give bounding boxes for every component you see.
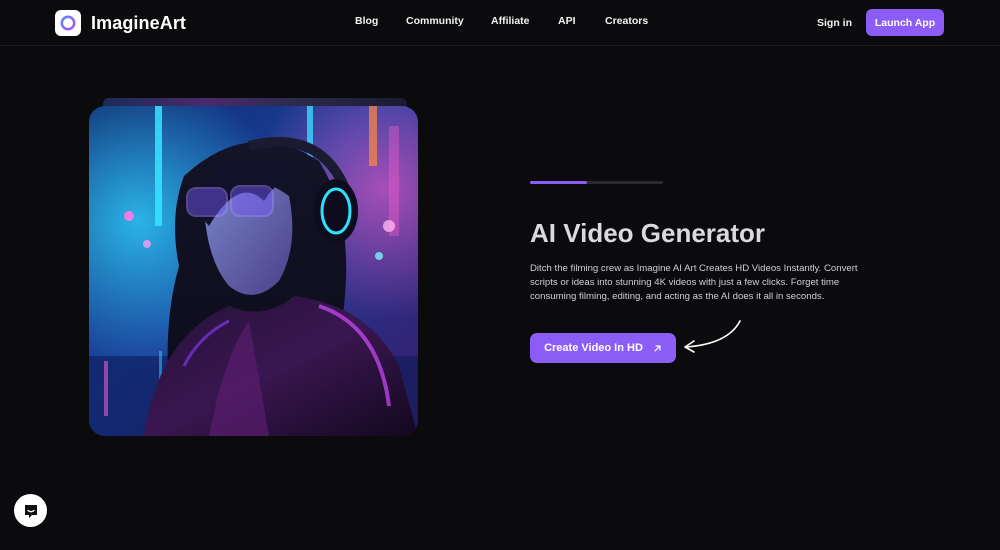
nav-link-community[interactable]: Community xyxy=(406,15,464,27)
slide-progress-bar xyxy=(530,181,663,184)
launch-app-button[interactable]: Launch App xyxy=(866,9,944,36)
nav-link-creators[interactable]: Creators xyxy=(605,15,648,27)
hero-title: AI Video Generator xyxy=(530,218,766,248)
hero-image xyxy=(89,106,418,436)
nav-link-affiliate[interactable]: Affiliate xyxy=(491,15,530,27)
nav-link-blog[interactable]: Blog xyxy=(355,15,378,27)
create-video-button[interactable]: Create Video In HD xyxy=(530,333,676,363)
curved-pointer-arrow-icon xyxy=(684,320,741,353)
slide-progress-fill xyxy=(530,181,588,184)
top-navigation: ImagineArt Blog Community Affiliate API … xyxy=(0,0,1000,46)
sign-in-link[interactable]: Sign in xyxy=(817,17,852,29)
neon-headphones-portrait-image xyxy=(89,106,418,436)
arrow-up-right-icon xyxy=(653,344,662,353)
create-video-button-label: Create Video In HD xyxy=(544,342,643,354)
chat-bubble-icon[interactable] xyxy=(14,494,47,527)
hero-description: Ditch the filming crew as Imagine AI Art… xyxy=(530,263,858,302)
nav-link-api[interactable]: API xyxy=(558,15,576,27)
